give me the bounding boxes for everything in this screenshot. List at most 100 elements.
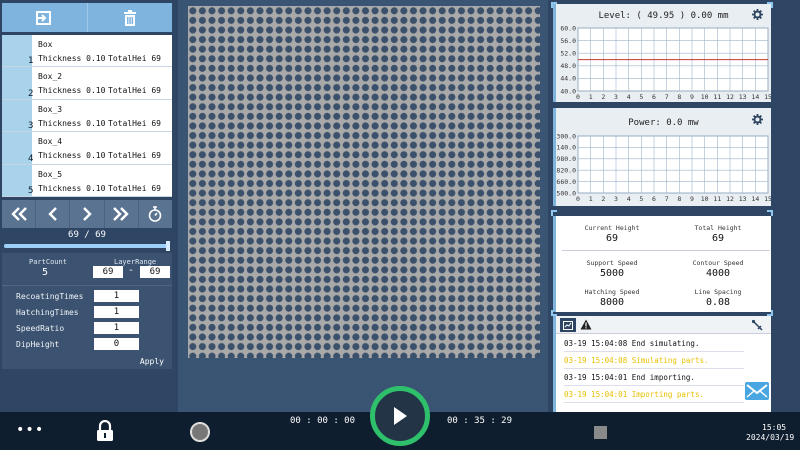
- last-layer-button[interactable]: [105, 200, 139, 228]
- play-button[interactable]: [370, 386, 430, 446]
- delete-button[interactable]: [88, 3, 173, 32]
- current-height-label: Current Height: [584, 224, 640, 232]
- stopwatch-icon: [149, 206, 162, 222]
- log-tab-info[interactable]: [560, 318, 576, 332]
- x-tick-label: 6: [652, 93, 656, 101]
- slice-preview-canvas[interactable]: [188, 6, 540, 358]
- more-menu-button[interactable]: •••: [16, 422, 44, 438]
- log-entry: 03-19 15:04:01 End importing.: [564, 369, 744, 386]
- recoating-times-input[interactable]: 1: [94, 290, 139, 302]
- part-item-4[interactable]: 4 Box_4 Thickness 0.10 TotalHei 69: [2, 132, 172, 165]
- level-chart-panel: Level: ( 49.95 ) 0.00 mm 0 1 2 3 4 5 6 7 8 9 10 11 1…: [553, 4, 771, 102]
- recoating-times-label: RecoatingTimes: [16, 292, 84, 301]
- y-tick-label: 48.0: [560, 62, 576, 70]
- layer-range-from-input[interactable]: 69: [93, 266, 123, 278]
- y-tick-label: 44.0: [560, 75, 576, 83]
- x-tick-label: 9: [690, 93, 694, 101]
- total-height-label: Total Height: [694, 224, 742, 232]
- x-tick-label: 10: [701, 93, 709, 101]
- x-tick-label: 15: [764, 93, 771, 101]
- layer-range-to-input[interactable]: 69: [140, 266, 170, 278]
- part-thickness: Thickness 0.10: [38, 118, 106, 128]
- chart-log-icon: [563, 320, 573, 330]
- chevron-left-icon: [48, 207, 57, 221]
- part-item-5[interactable]: 5 Box_5 Thickness 0.10 TotalHei 69: [2, 164, 172, 197]
- x-tick-label: 3: [614, 93, 618, 101]
- speed-ratio-input[interactable]: 1: [94, 322, 139, 334]
- part-number: 5: [28, 185, 34, 196]
- hatching-times-input[interactable]: 1: [94, 306, 139, 318]
- stop-button[interactable]: [594, 426, 607, 439]
- slice-preview-frame: [178, 0, 548, 412]
- x-tick-label: 10: [701, 195, 709, 203]
- part-name: Box_3: [38, 104, 63, 114]
- x-tick-label: 8: [677, 195, 681, 203]
- x-tick-label: 4: [627, 93, 631, 101]
- part-thickness: Thickness 0.10: [38, 151, 106, 161]
- layer-slider-fill: [4, 244, 170, 248]
- x-tick-label: 9: [690, 195, 694, 203]
- x-tick-label: 4: [627, 195, 631, 203]
- x-tick-label: 3: [614, 195, 618, 203]
- record-button[interactable]: [190, 422, 210, 442]
- remaining-time: 00 : 35 : 29: [447, 416, 513, 426]
- part-item-3[interactable]: 3 Box_3 Thickness 0.10 TotalHei 69: [2, 99, 172, 133]
- level-chart-title: Level: ( 49.95 ) 0.00 mm: [598, 11, 729, 21]
- level-settings-icon[interactable]: [752, 9, 763, 20]
- part-total-height: TotalHei 69: [108, 54, 161, 63]
- log-entry: 03-19 15:04:08 End simulating.: [564, 335, 744, 352]
- part-number: 2: [28, 88, 34, 99]
- first-layer-button[interactable]: [2, 200, 37, 228]
- apply-button[interactable]: Apply: [140, 357, 164, 366]
- layer-slider[interactable]: [4, 241, 170, 251]
- layer-toolbar: [2, 3, 172, 32]
- dip-height-input[interactable]: 0: [94, 338, 139, 350]
- power-settings-icon[interactable]: [752, 114, 763, 125]
- elapsed-time: 00 : 00 : 00: [290, 416, 356, 426]
- hatching-times-label: HatchingTimes: [16, 308, 79, 317]
- power-chart: 01234567891011121314151300.01140.0980.08…: [556, 132, 771, 203]
- x-tick-label: 13: [739, 93, 747, 101]
- x-tick-label: 5: [639, 93, 643, 101]
- y-tick-label: 56.0: [560, 37, 576, 45]
- part-name: Box: [38, 40, 53, 49]
- log-panel: 03-19 15:04:08 End simulating. 03-19 15:…: [553, 316, 771, 412]
- power-chart-panel: Power: 0.0 mw 01234567891011121314151300…: [553, 108, 771, 206]
- prev-layer-button[interactable]: [36, 200, 71, 228]
- y-tick-label: 820.0: [556, 167, 576, 175]
- part-total-height: TotalHei 69: [108, 86, 161, 96]
- timer-button[interactable]: [139, 200, 172, 228]
- lock-icon[interactable]: [96, 420, 114, 442]
- x-tick-label: 11: [713, 195, 721, 203]
- part-item-2[interactable]: 2 Box_2 Thickness 0.10 TotalHei 69: [2, 67, 172, 100]
- x-tick-label: 5: [639, 195, 643, 203]
- layer-nav-bar: [2, 200, 172, 228]
- x-tick-label: 0: [576, 93, 580, 101]
- trash-icon: [123, 9, 136, 26]
- warning-icon[interactable]: [580, 319, 592, 330]
- hatching-speed-value: 8000: [599, 297, 625, 308]
- clock-date: 2024/03/19: [746, 433, 795, 442]
- layer-slider-handle[interactable]: [166, 241, 170, 251]
- import-button[interactable]: [2, 3, 88, 32]
- y-tick-label: 1300.0: [556, 132, 576, 140]
- layer-range-label: LayerRange: [114, 258, 157, 266]
- x-tick-label: 15: [764, 195, 771, 203]
- support-speed-label: Support Speed: [586, 259, 638, 267]
- clear-log-icon[interactable]: [751, 319, 763, 331]
- next-layer-button[interactable]: [70, 200, 105, 228]
- message-button[interactable]: [745, 382, 769, 400]
- x-tick-label: 6: [652, 195, 656, 203]
- x-tick-label: 12: [726, 195, 734, 203]
- support-speed-value: 5000: [599, 268, 625, 279]
- part-thickness: Thickness 0.10: [38, 86, 106, 96]
- x-tick-label: 0: [576, 195, 580, 203]
- level-chart: 0 1 2 3 4 5 6 7 8 9 10 11 12 13 14 1560.056.052.048.044…: [560, 24, 771, 101]
- part-item-1[interactable]: 1 Box Thickness 0.10 TotalHei 69: [2, 35, 172, 68]
- part-name: Box_5: [38, 169, 63, 179]
- contour-speed-value: 4000: [705, 268, 731, 279]
- import-icon: [36, 10, 52, 25]
- print-params-panel: PartCount 5 LayerRange 69 - 69 Recoating…: [2, 253, 172, 369]
- speed-ratio-label: SpeedRatio: [16, 324, 65, 333]
- part-thickness: Thickness 0.10: [38, 54, 106, 63]
